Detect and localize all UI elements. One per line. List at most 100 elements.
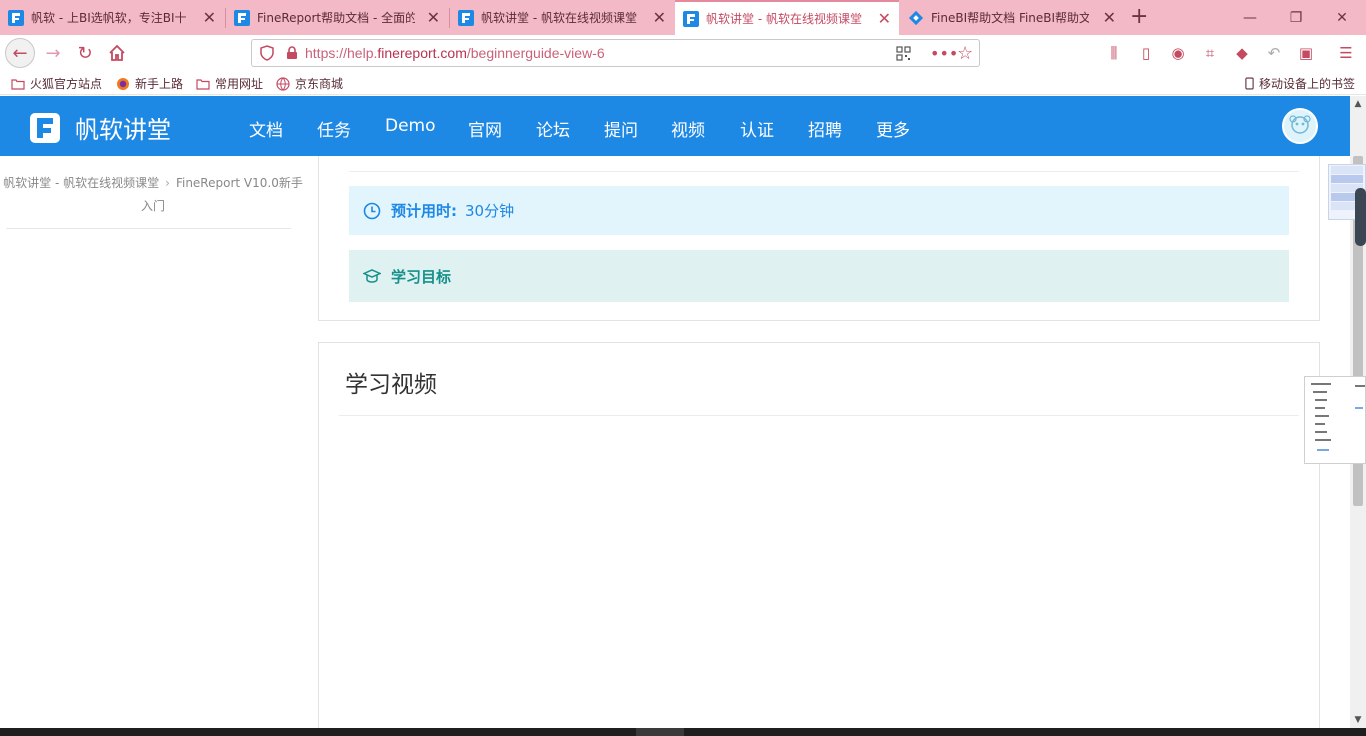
tab-1-label: 帆软 - 上BI选帆软，专注BI十 bbox=[31, 11, 187, 25]
tab-2[interactable]: FineReport帮助文档 - 全面的 ✕ bbox=[226, 0, 448, 35]
back-button[interactable]: ← bbox=[5, 38, 35, 68]
tab-3[interactable]: 帆软讲堂 - 帆软在线视频课堂 ✕ bbox=[450, 0, 674, 35]
url-text: https://help.finereport.com/beginnerguid… bbox=[305, 45, 605, 61]
clock-icon bbox=[363, 202, 381, 219]
floating-window-preview[interactable] bbox=[1304, 376, 1366, 464]
firefox-icon bbox=[117, 77, 129, 90]
finereport-favicon-icon bbox=[683, 10, 699, 27]
chevron-right-icon: › bbox=[165, 176, 170, 190]
taskbar-item[interactable] bbox=[636, 728, 684, 736]
bookmark-label: 新手上路 bbox=[135, 77, 184, 91]
menu-official-site[interactable]: 官网 bbox=[468, 116, 502, 141]
menu-demo[interactable]: Demo bbox=[385, 116, 436, 136]
menu-videos[interactable]: 视频 bbox=[671, 116, 705, 141]
site-logo[interactable]: 帆软讲堂 bbox=[29, 110, 171, 145]
menu-certification[interactable]: 认证 bbox=[740, 116, 774, 141]
bookmark-common-sites[interactable]: 常用网址 bbox=[196, 75, 263, 92]
preview-line bbox=[1355, 407, 1363, 409]
breadcrumb: 帆软讲堂 - 帆软在线视频课堂 › FineReport V10.0新手入门 bbox=[3, 172, 303, 218]
estimated-time-label: 预计用时: bbox=[391, 202, 457, 220]
shield-icon bbox=[260, 45, 274, 61]
menu-tasks[interactable]: 任务 bbox=[317, 116, 351, 141]
undo-icon[interactable]: ↶ bbox=[1264, 43, 1284, 63]
folder-icon bbox=[196, 78, 210, 90]
menu-docs[interactable]: 文档 bbox=[249, 116, 283, 141]
preview-line bbox=[1311, 383, 1331, 385]
breadcrumb-home[interactable]: 帆软讲堂 - 帆软在线视频课堂 bbox=[3, 176, 159, 190]
chat-icon[interactable]: ◆ bbox=[1232, 43, 1252, 63]
preview-line bbox=[1315, 439, 1331, 441]
os-taskbar bbox=[0, 728, 1366, 736]
finereport-favicon-icon bbox=[234, 9, 250, 26]
qr-code-icon[interactable] bbox=[896, 45, 911, 61]
finebi-favicon-icon bbox=[908, 10, 924, 25]
screenshot-icon[interactable]: ▣ bbox=[1296, 43, 1316, 63]
close-icon[interactable]: ✕ bbox=[1103, 8, 1116, 27]
crop-icon[interactable]: ⌗ bbox=[1200, 43, 1220, 63]
preview-line bbox=[1313, 391, 1327, 393]
home-button[interactable] bbox=[102, 38, 132, 68]
scroll-up-icon[interactable]: ▲ bbox=[1350, 96, 1366, 112]
mobile-bookmarks[interactable]: 移动设备上的书签 bbox=[1245, 75, 1355, 92]
account-icon[interactable]: ◉ bbox=[1168, 43, 1188, 63]
menu-more[interactable]: 更多 bbox=[876, 116, 910, 141]
bookmark-label: 京东商城 bbox=[295, 77, 344, 91]
finereport-logo-icon bbox=[30, 112, 60, 143]
tab-1[interactable]: 帆软 - 上BI选帆软，专注BI十 ✕ bbox=[0, 0, 224, 35]
menu-jobs[interactable]: 招聘 bbox=[808, 116, 842, 141]
bookmarks-bar: 火狐官方站点 新手上路 常用网址 京东商城 移动设备上的书签 bbox=[0, 71, 1366, 95]
reload-button[interactable]: ↻ bbox=[70, 38, 100, 68]
nav-toolbar: ← → ↻ https://help.finereport.com/beginn… bbox=[0, 35, 1366, 71]
folder-icon bbox=[11, 78, 25, 90]
library-icon[interactable]: ⫼ bbox=[1104, 43, 1124, 63]
bookmark-getting-started[interactable]: 新手上路 bbox=[116, 75, 183, 92]
thumbnail-row[interactable] bbox=[1331, 175, 1363, 183]
address-bar[interactable]: https://help.finereport.com/beginnerguid… bbox=[251, 39, 980, 67]
bookmark-label: 火狐官方站点 bbox=[30, 77, 103, 91]
globe-icon bbox=[276, 76, 290, 91]
learning-goal-label: 学习目标 bbox=[391, 267, 452, 286]
close-icon[interactable]: ✕ bbox=[427, 8, 440, 27]
maximize-button[interactable]: ❐ bbox=[1272, 0, 1320, 35]
preview-line bbox=[1355, 385, 1365, 387]
star-icon[interactable]: ☆ bbox=[957, 43, 973, 64]
user-avatar[interactable] bbox=[1282, 108, 1318, 144]
minimize-button[interactable]: — bbox=[1226, 0, 1274, 35]
sidebar-divider bbox=[6, 228, 291, 229]
reload-icon: ↻ bbox=[77, 42, 93, 64]
menu-questions[interactable]: 提问 bbox=[604, 116, 638, 141]
tab-5-label: FineBI帮助文档 FineBI帮助文 bbox=[931, 11, 1089, 25]
bookmark-jd-mall[interactable]: 京东商城 bbox=[276, 75, 343, 92]
tab-bar: 帆软 - 上BI选帆软，专注BI十 ✕ FineReport帮助文档 - 全面的… bbox=[0, 0, 1366, 35]
preview-line bbox=[1317, 449, 1329, 451]
close-icon[interactable]: ✕ bbox=[203, 8, 216, 27]
lesson-info-card: 预计用时: 30分钟 学习目标 bbox=[318, 156, 1320, 321]
tab-3-label: 帆软讲堂 - 帆软在线视频课堂 bbox=[481, 11, 637, 25]
bookmark-firefox-official[interactable]: 火狐官方站点 bbox=[11, 75, 102, 92]
mobile-device-icon bbox=[1245, 77, 1254, 90]
menu-forum[interactable]: 论坛 bbox=[536, 116, 570, 141]
more-actions-icon[interactable]: ••• bbox=[930, 44, 958, 63]
forward-button[interactable]: → bbox=[38, 38, 68, 68]
close-icon[interactable]: ✕ bbox=[878, 9, 891, 28]
sidebar-icon[interactable]: ▯ bbox=[1136, 43, 1156, 63]
estimated-time-value: 30分钟 bbox=[465, 202, 515, 220]
learning-goal-box: 学习目标 bbox=[349, 250, 1289, 302]
window-close-button[interactable]: ✕ bbox=[1318, 0, 1366, 35]
mobile-bookmarks-label: 移动设备上的书签 bbox=[1259, 77, 1356, 91]
new-tab-button[interactable]: + bbox=[1130, 4, 1148, 29]
thumbnail-row[interactable] bbox=[1331, 166, 1363, 174]
tab-5[interactable]: FineBI帮助文档 FineBI帮助文 ✕ bbox=[900, 0, 1124, 35]
tab-4-active[interactable]: 帆软讲堂 - 帆软在线视频课堂 ✕ bbox=[675, 0, 899, 35]
avatar-icon bbox=[1289, 115, 1311, 134]
hamburger-menu-icon[interactable]: ☰ bbox=[1336, 43, 1356, 63]
card-divider bbox=[339, 415, 1299, 416]
finereport-favicon-icon bbox=[8, 9, 24, 26]
video-section-title: 学习视频 bbox=[345, 372, 437, 398]
scroll-down-icon[interactable]: ▼ bbox=[1350, 712, 1366, 728]
floating-widget-handle[interactable] bbox=[1355, 188, 1366, 246]
arrow-left-icon: ← bbox=[12, 42, 28, 64]
lock-icon bbox=[287, 46, 297, 59]
close-icon[interactable]: ✕ bbox=[653, 8, 666, 27]
graduation-cap-icon bbox=[363, 269, 381, 283]
